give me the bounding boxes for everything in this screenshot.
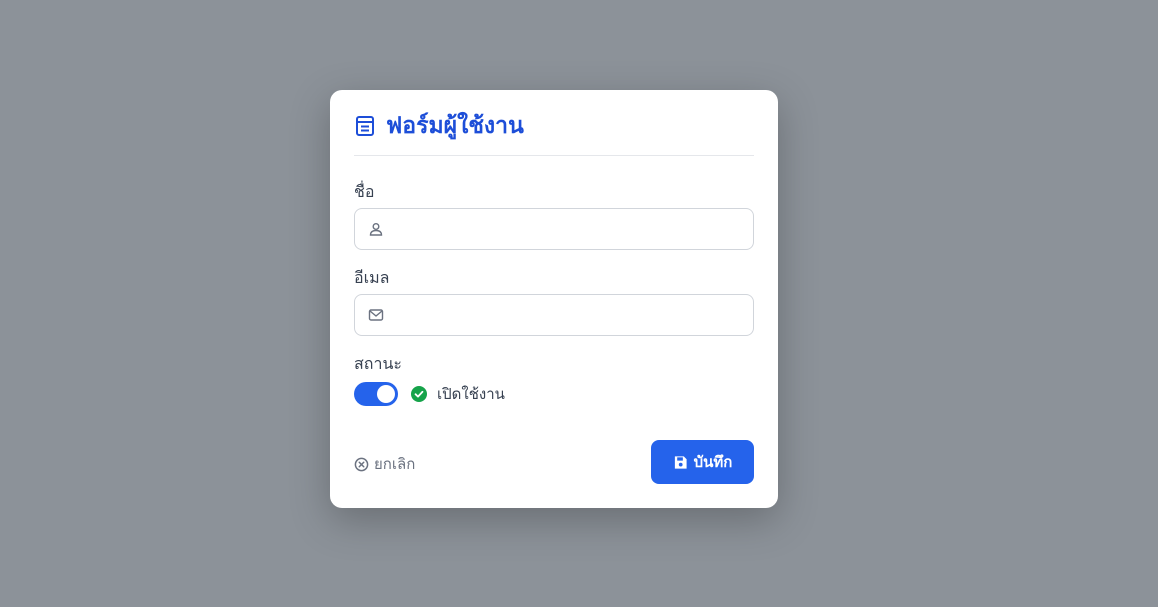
save-label: บันทึก	[693, 453, 733, 471]
toggle-knob	[377, 385, 395, 403]
form-icon	[354, 115, 376, 137]
email-field[interactable]	[354, 294, 754, 336]
x-circle-icon	[354, 457, 369, 472]
email-input[interactable]	[394, 295, 753, 335]
cancel-button[interactable]: ยกเลิก	[354, 452, 415, 476]
mail-icon	[368, 307, 384, 323]
name-label: ชื่อ	[354, 182, 375, 201]
dialog-header: ฟอร์มผู้ใช้งาน	[354, 90, 754, 156]
status-text: เปิดใช้งาน	[437, 385, 505, 403]
email-label: อีเมล	[354, 268, 390, 287]
name-input[interactable]	[394, 209, 753, 249]
name-field[interactable]	[354, 208, 754, 250]
status-toggle[interactable]	[354, 382, 398, 406]
status-label: สถานะ	[354, 354, 402, 373]
user-form-dialog: ฟอร์มผู้ใช้งาน ชื่อ อีเมล สถานะ เปิดใช้ง…	[330, 90, 778, 508]
check-circle-icon	[411, 386, 427, 402]
save-button[interactable]: บันทึก	[651, 440, 754, 484]
floppy-disk-icon	[673, 455, 688, 470]
status-row: เปิดใช้งาน	[354, 382, 505, 406]
user-icon	[368, 221, 384, 237]
cancel-label: ยกเลิก	[374, 455, 416, 473]
dialog-title: ฟอร์มผู้ใช้งาน	[386, 112, 524, 139]
